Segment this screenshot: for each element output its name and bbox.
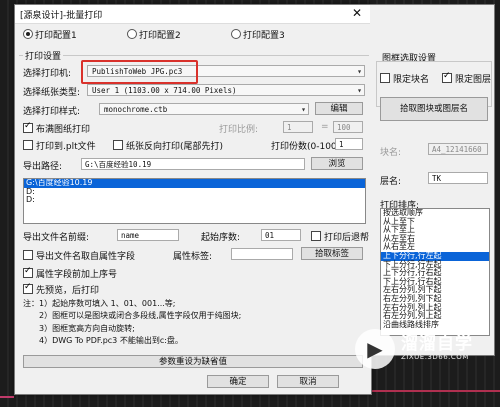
paper-label: 选择纸张类型: — [23, 88, 81, 98]
browse-button[interactable]: 浏览 — [311, 157, 363, 170]
print-settings-label: 打印设置 — [23, 49, 64, 62]
watermark-brand: 溜溜自学 — [401, 334, 473, 354]
preview-checkbox[interactable]: 先预览，后打印 — [23, 282, 99, 296]
radio-config-3[interactable]: 打印配置3 — [231, 28, 285, 41]
print-settings-divider — [19, 55, 369, 57]
copies-input[interactable]: 1 — [335, 138, 363, 150]
pick-block-layer-button[interactable]: 拾取图块或图层名 — [380, 97, 488, 121]
scale-label: 打印比例: — [219, 125, 259, 135]
watermark-url: ZIXUE.3D66.COM — [401, 353, 469, 361]
ok-button[interactable]: 确定 — [207, 375, 269, 388]
checkbox-icon — [311, 231, 321, 241]
start-label: 起始序数: — [201, 233, 241, 243]
radio-icon — [231, 29, 241, 39]
checkbox-icon — [442, 71, 452, 83]
radio-config-1[interactable]: 打印配置1 — [23, 28, 77, 41]
checkbox-icon — [23, 121, 33, 133]
note-line: 注：1）起始序数可填入 1、01、001...等; — [23, 299, 176, 308]
open-after-checkbox[interactable]: 打印后退帮 — [311, 230, 369, 243]
frame-pick-panel: 图框选取设置 限定块名 限定图层 拾取图块或图层名 块名: A4_1214166… — [370, 4, 495, 356]
attr-name-checkbox[interactable]: 导出文件名取自属性字段 — [23, 249, 135, 262]
style-label: 选择打印样式: — [23, 107, 81, 117]
close-icon[interactable]: ✕ — [345, 6, 369, 21]
fill-print-checkbox[interactable]: 布满图纸打印 — [23, 121, 90, 135]
checkbox-icon — [23, 140, 33, 150]
limit-layer-checkbox[interactable]: 限定图层 — [442, 71, 491, 85]
cad-line-red2 — [372, 390, 500, 392]
attr-tag-label: 属性标签: — [173, 252, 213, 262]
layer-label: 层名: — [380, 177, 402, 187]
list-item[interactable]: G:\百度经验10.19 — [24, 179, 365, 188]
note-line: 4）DWG To PDF.pc3 不能输出到c:盘。 — [23, 336, 183, 346]
scale-a-input[interactable]: 1 — [283, 121, 313, 133]
edit-button[interactable]: 编辑 — [315, 102, 363, 115]
highlight-box — [81, 60, 198, 84]
reverse-checkbox[interactable]: 纸张反向打印(尾部先打) — [113, 139, 223, 152]
block-label: 块名: — [380, 148, 402, 158]
layer-input[interactable]: TK — [428, 172, 488, 184]
batch-print-dialog: [源泉设计]-批量打印 ✕ 打印配置1 打印配置2 打印配置3 打印设置 选择打… — [14, 4, 372, 395]
paper-select[interactable]: User 1 (1103.00 x 714.00 Pixels) ▾ — [87, 84, 365, 96]
plt-file-checkbox[interactable]: 打印到.plt文件 — [23, 139, 96, 152]
checkbox-icon — [113, 140, 123, 150]
radio-icon — [127, 29, 137, 39]
limit-block-checkbox[interactable]: 限定块名 — [380, 72, 429, 85]
prefix-label: 导出文件名前缀: — [23, 233, 90, 243]
list-item[interactable]: D: — [24, 187, 365, 197]
radio-config-2[interactable]: 打印配置2 — [127, 28, 181, 41]
chevron-down-icon: ▾ — [301, 105, 306, 114]
play-icon: ▶ — [355, 329, 395, 369]
notes: 注：1）起始序数可填入 1、01、001...等; 2）图框可以是图块或闭合多段… — [23, 298, 241, 348]
chevron-down-icon: ▾ — [357, 67, 362, 76]
attr-tag-input[interactable] — [231, 248, 293, 260]
export-path-label: 导出路径: — [23, 162, 63, 172]
block-input[interactable]: A4_12141660 — [428, 143, 488, 155]
watermark: ▶ 溜溜自学 ZIXUE.3D66.COM — [355, 323, 495, 383]
scale-b-input[interactable]: 100 — [333, 121, 363, 133]
note-line: 3）图框宽高方向自动旋转; — [23, 323, 135, 333]
note-line: 2）图框可以是图块或闭合多段线,属性字段仅用于纯图块; — [23, 311, 242, 321]
checkbox-icon — [380, 73, 390, 83]
prepend-serial-checkbox[interactable]: 属性字段前加上序号 — [23, 266, 117, 280]
checkbox-icon — [23, 266, 33, 278]
style-select[interactable]: monochrome.ctb ▾ — [99, 103, 309, 115]
export-path-input[interactable]: G:\百度经验10.19 — [81, 158, 305, 170]
drive-list[interactable]: G:\百度经验10.19 D: D: — [23, 178, 366, 224]
order-list[interactable]: 按选取顺序 从上至下 从下至上 从左至右 从右至左 上下分行,行左起 下上分行,… — [380, 208, 490, 336]
printer-label: 选择打印机: — [23, 69, 72, 79]
list-item[interactable]: D: — [24, 196, 365, 205]
prefix-input[interactable]: name — [117, 229, 179, 241]
checkbox-icon — [23, 282, 33, 294]
cad-line-red — [0, 396, 14, 398]
radio-icon — [23, 29, 33, 39]
cancel-button[interactable]: 取消 — [277, 375, 339, 388]
checkbox-icon — [23, 250, 33, 260]
chevron-down-icon: ▾ — [357, 86, 362, 95]
title-bar: [源泉设计]-批量打印 ✕ — [15, 5, 371, 24]
reset-defaults-button[interactable]: 参数重设为缺省值 — [23, 355, 363, 368]
start-input[interactable]: 01 — [261, 229, 301, 241]
extract-tag-button[interactable]: 拾取标签 — [301, 247, 363, 260]
window-title: [源泉设计]-批量打印 — [20, 11, 103, 21]
copies-label: 打印份数(0-100): — [271, 142, 344, 152]
scale-eq: = — [321, 122, 329, 132]
